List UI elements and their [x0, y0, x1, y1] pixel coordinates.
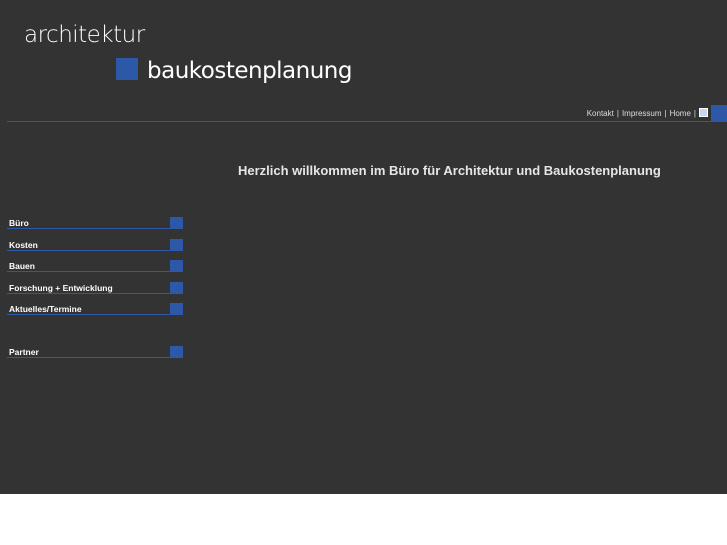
- menu-square: [170, 282, 183, 294]
- menu-label: Partner: [9, 347, 39, 357]
- top-nav: Kontakt | Impressum | Home |: [587, 108, 708, 118]
- nav-impressum[interactable]: Impressum: [622, 109, 662, 118]
- header-square: [711, 105, 727, 121]
- menu-label: Aktuelles/Termine: [9, 304, 82, 314]
- menu-item-kosten[interactable]: Kosten: [7, 239, 183, 252]
- menu-item-buero[interactable]: Büro: [7, 217, 183, 230]
- menu-underline: [7, 228, 170, 229]
- menu-square: [170, 217, 183, 229]
- menu-label: Bauen: [9, 261, 35, 271]
- menu-underline: [7, 250, 170, 251]
- logo-square: [116, 58, 138, 80]
- menu-underline: [7, 293, 170, 294]
- menu-label: Kosten: [9, 240, 38, 250]
- separator: |: [693, 109, 696, 118]
- menu-item-bauen[interactable]: Bauen: [7, 260, 183, 273]
- nav-home[interactable]: Home: [670, 109, 691, 118]
- nav-kontakt[interactable]: Kontakt: [587, 109, 614, 118]
- header-divider: [7, 121, 727, 122]
- menu-square: [170, 346, 183, 358]
- menu-square: [170, 260, 183, 272]
- menu-item-partner[interactable]: Partner: [7, 346, 183, 359]
- menu-square: [170, 303, 183, 315]
- menu-item-forschung[interactable]: Forschung + Entwicklung: [7, 282, 183, 295]
- logo-text-baukostenplanung: baukostenplanung: [147, 58, 353, 84]
- menu-item-aktuelles[interactable]: Aktuelles/Termine: [7, 303, 183, 316]
- page: architektur baukostenplanung Kontakt | I…: [0, 0, 727, 494]
- menu-underline: [7, 314, 170, 315]
- menu-label: Büro: [9, 218, 29, 228]
- separator: |: [616, 109, 619, 118]
- menu-underline: [7, 357, 170, 358]
- menu-underline: [7, 271, 170, 272]
- menu-square: [170, 239, 183, 251]
- logo-text-architektur: architektur: [24, 22, 145, 48]
- separator: |: [664, 109, 667, 118]
- welcome-heading: Herzlich willkommen im Büro für Architek…: [238, 163, 661, 178]
- menu-label: Forschung + Entwicklung: [9, 283, 113, 293]
- save-icon[interactable]: [699, 108, 708, 117]
